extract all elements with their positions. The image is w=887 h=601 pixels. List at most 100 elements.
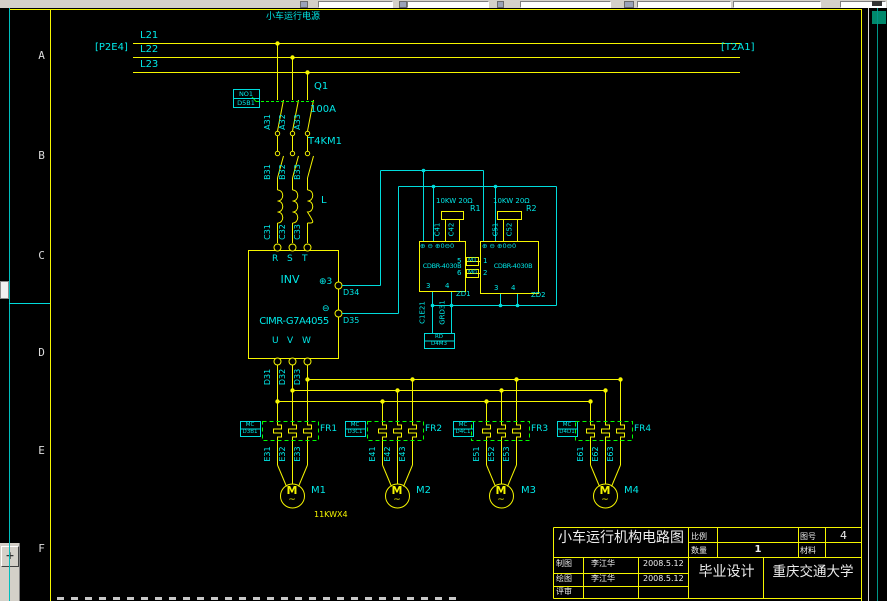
motor4-wave: ~ (601, 495, 609, 505)
dwg-no-value: 4 (840, 529, 847, 542)
wire-b32: B32 (278, 164, 287, 180)
dc-bus-wiring (342, 170, 557, 333)
brake1-t3: 3 (426, 282, 431, 290)
wire-d31: D31 (263, 368, 272, 386)
inverter-term-s: S (287, 254, 293, 264)
resistor1-spec: 10KW 20Ω (436, 197, 473, 205)
wire-d33: D33 (293, 368, 302, 386)
fr3-refbox-row1: MC (458, 422, 468, 428)
university-name: 重庆交通大学 (772, 564, 854, 580)
motor-rating: 11KWX4 (314, 510, 348, 519)
wire-a33: A33 (293, 114, 302, 130)
link-label-2: M0 (468, 269, 477, 276)
wire-e62: E62 (591, 446, 600, 462)
phase-line-l23: L23 (140, 59, 159, 70)
source-ref: [P2E4] (95, 42, 128, 53)
fr2-refbox-row2: D3C1 (347, 429, 363, 435)
resistor2-name: R2 (526, 204, 537, 213)
wire-e53: E53 (502, 446, 511, 462)
wire-e43: E43 (398, 446, 407, 462)
reactor-label: L (321, 195, 327, 206)
breaker-rating: 100A (310, 104, 336, 115)
breaker-refbox-row1: NO1 (238, 90, 254, 98)
relay-fr2: FR2 (425, 424, 443, 434)
wire-b33: B33 (293, 164, 302, 180)
brake1-t6: 6 (457, 269, 462, 277)
breaker-name: Q1 (314, 81, 329, 92)
ground-refbox-row2: D4M3 (431, 341, 447, 347)
ground-refbox-row1: RD (434, 334, 444, 340)
wire-c33: C33 (293, 224, 302, 240)
wire-d34: D34 (343, 288, 360, 297)
brake1-t5: 5 (457, 257, 462, 265)
relay-fr1: FR1 (320, 424, 338, 434)
motor3-wave: ~ (497, 495, 505, 505)
zone-row-c: C (38, 249, 45, 262)
material-label: 材料 (800, 546, 816, 555)
phase-line-l22: L22 (140, 44, 159, 55)
inverter-term-v: V (287, 336, 294, 346)
wire-e63: E63 (606, 446, 615, 462)
motor2-wave: ~ (393, 495, 401, 505)
zone-row-e: E (38, 444, 45, 457)
wire-c31: C31 (263, 224, 272, 240)
project-name: 毕业设计 (698, 564, 755, 580)
inverter-term-u: U (272, 336, 279, 346)
wire-e61: E61 (576, 446, 585, 462)
brake2-name: ZD2 (531, 291, 546, 299)
inverter-term-w: W (302, 336, 311, 346)
drawn-label: 制图 (556, 559, 572, 568)
motor2-name: M2 (416, 485, 431, 496)
cad-viewport: + (0, 0, 887, 601)
wire-e51: E51 (472, 446, 481, 462)
inverter-title: INV (280, 273, 300, 286)
qty-value: 1 (754, 544, 762, 555)
brake2-model: CDBR-4030B (493, 262, 533, 270)
power-lines (133, 43, 740, 73)
zone-row-a: A (38, 49, 45, 62)
relay-fr3: FR3 (531, 424, 549, 434)
brake2-t4: 4 (511, 284, 516, 292)
wire-a32: A32 (278, 114, 287, 130)
zone-row-d: D (38, 346, 45, 359)
fr1-refbox-row1: MC (245, 422, 255, 428)
link-label-1: M1 (468, 257, 477, 264)
wire-e31: E31 (263, 446, 272, 462)
dwg-no-label: 图号 (800, 532, 816, 541)
motor4-name: M4 (624, 485, 639, 496)
traced-date: 2008.5.12 (643, 574, 684, 583)
resistor1-name: R1 (470, 204, 481, 213)
relay-fr4: FR4 (634, 424, 652, 434)
drawn-date: 2008.5.12 (643, 559, 684, 568)
wire-c32: C32 (278, 224, 287, 240)
brake2-t3: 3 (494, 284, 499, 292)
brake1-terminals: ⊕ ⊖ ⊕0⊖0 (420, 242, 455, 250)
wire-a31: A31 (263, 114, 272, 130)
wire-e41: E41 (368, 446, 377, 462)
dc-minus-terminal: ⊖ (322, 304, 330, 314)
wire-e32: E32 (278, 446, 287, 462)
wire-e42: E42 (383, 446, 392, 462)
wire-e33: E33 (293, 446, 302, 462)
fr2-refbox-row1: MC (350, 422, 360, 428)
fr1-refbox-row2: D3B1 (242, 429, 258, 435)
inverter-model: CIMR-G7A4055 (259, 316, 329, 327)
fr4-refbox-row1: MC (562, 422, 572, 428)
scale-label: 比例 (691, 532, 707, 541)
brake1-name: ZD1 (456, 290, 471, 298)
traced-label: 绘图 (556, 574, 572, 583)
fr3-refbox-row2: D4C1 (455, 429, 471, 435)
wire-d35: D35 (343, 316, 360, 325)
fr4-refbox-row2: D4D1 (559, 429, 575, 435)
header-note: 小车运行电源 (266, 12, 321, 22)
dest-ref: [T2A1] (721, 42, 755, 53)
brake2-terminals: ⊕ ⊖ ⊕0⊖0 (482, 242, 517, 250)
motor1-name: M1 (311, 485, 326, 496)
review-label: 评审 (556, 587, 572, 596)
ground-wire-1: C1E21 (418, 301, 427, 324)
ground-wire-2: GRD31 (438, 300, 447, 325)
zone-row-b: B (38, 149, 45, 162)
brake2-t1: 1 (483, 257, 488, 265)
title-block-title: 小车运行机构电路图 (558, 530, 684, 546)
zone-row-f: F (38, 542, 45, 555)
